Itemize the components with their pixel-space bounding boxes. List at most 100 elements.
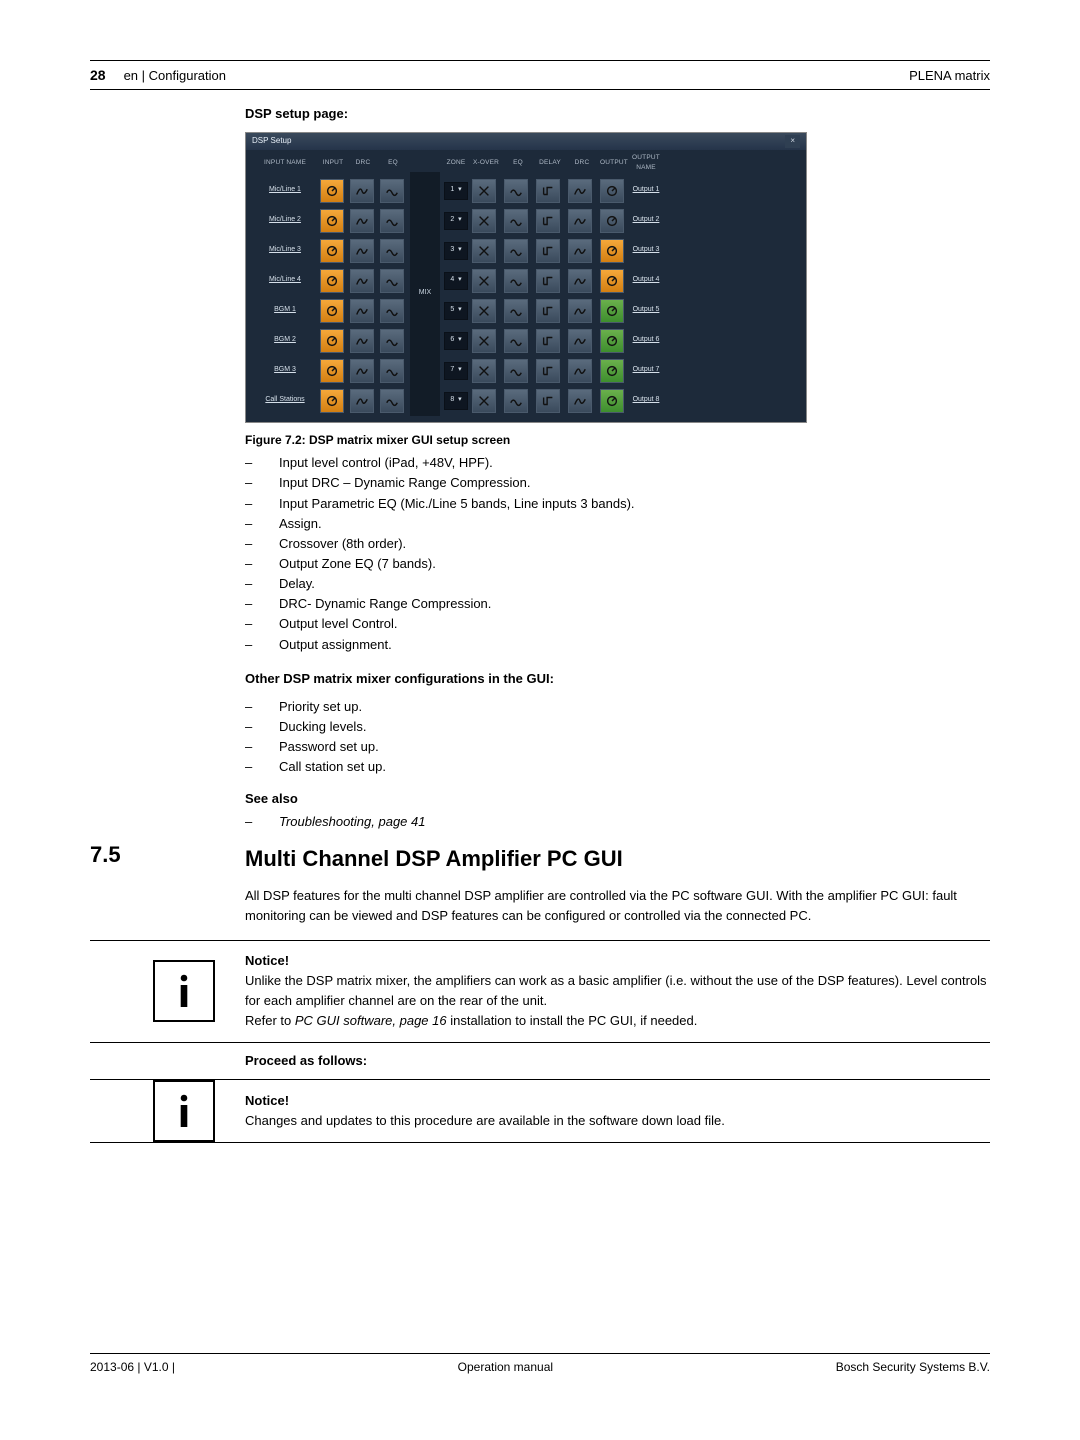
eq-icon[interactable] [380, 209, 404, 233]
delay-icon[interactable] [536, 269, 560, 293]
input-knob-icon[interactable] [320, 239, 344, 263]
output-knob-icon[interactable] [600, 329, 624, 353]
input-name[interactable]: BGM 3 [254, 365, 316, 376]
drc-icon[interactable] [568, 269, 592, 293]
zone-selector[interactable]: 6 ▾ [444, 332, 468, 350]
xover-icon[interactable] [472, 269, 496, 293]
output-knob-icon[interactable] [600, 209, 624, 233]
output-knob-icon[interactable] [600, 389, 624, 413]
zone-selector[interactable]: 1 ▾ [444, 182, 468, 200]
delay-icon[interactable] [536, 329, 560, 353]
drc-icon[interactable] [350, 179, 374, 203]
delay-icon[interactable] [536, 389, 560, 413]
delay-icon[interactable] [536, 359, 560, 383]
output-name[interactable]: Output 1 [632, 185, 660, 196]
input-name[interactable]: Mic/Line 1 [254, 185, 316, 196]
drc-icon[interactable] [350, 389, 374, 413]
zone-selector[interactable]: 3 ▾ [444, 242, 468, 260]
zone-selector[interactable]: 2 ▾ [444, 212, 468, 230]
output-name[interactable]: Output 8 [632, 395, 660, 406]
output-knob-icon[interactable] [600, 239, 624, 263]
output-name[interactable]: Output 6 [632, 335, 660, 346]
xover-icon[interactable] [472, 359, 496, 383]
close-icon[interactable]: × [785, 135, 800, 147]
zone-selector[interactable]: 5 ▾ [444, 302, 468, 320]
eq-icon[interactable] [380, 239, 404, 263]
eq-icon[interactable] [504, 239, 528, 263]
drc-icon[interactable] [568, 239, 592, 263]
input-knob-icon[interactable] [320, 299, 344, 323]
eq-icon[interactable] [504, 359, 528, 383]
drc-icon[interactable] [568, 359, 592, 383]
drc-icon[interactable] [350, 209, 374, 233]
drc-icon[interactable] [350, 239, 374, 263]
xover-icon[interactable] [472, 209, 496, 233]
drc-icon[interactable] [568, 209, 592, 233]
eq-icon[interactable] [504, 179, 528, 203]
xover-icon[interactable] [472, 179, 496, 203]
eq-icon[interactable] [504, 389, 528, 413]
output-name[interactable]: Output 2 [632, 215, 660, 226]
drc-icon[interactable] [350, 299, 374, 323]
input-knob-icon[interactable] [320, 179, 344, 203]
drc-icon[interactable] [568, 179, 592, 203]
eq-icon[interactable] [380, 299, 404, 323]
output-knob-icon[interactable] [600, 269, 624, 293]
eq-icon[interactable] [380, 329, 404, 353]
eq-icon[interactable] [380, 179, 404, 203]
input-knob-icon[interactable] [320, 389, 344, 413]
output-name[interactable]: Output 3 [632, 245, 660, 256]
output-knob-icon[interactable] [600, 359, 624, 383]
list-item: –Assign. [245, 514, 990, 534]
input-name[interactable]: Mic/Line 2 [254, 215, 316, 226]
delay-icon[interactable] [536, 209, 560, 233]
input-knob-icon[interactable] [320, 209, 344, 233]
notice-body: Unlike the DSP matrix mixer, the amplifi… [245, 971, 990, 1011]
feature-bullet-list: –Input level control (iPad, +48V, HPF).–… [245, 453, 990, 654]
xover-icon[interactable] [472, 329, 496, 353]
delay-icon[interactable] [536, 239, 560, 263]
xover-icon[interactable] [472, 239, 496, 263]
output-name[interactable]: Output 5 [632, 305, 660, 316]
screenshot-row: BGM 1 5 ▾ Output 5 [246, 296, 806, 326]
output-knob-icon[interactable] [600, 299, 624, 323]
delay-icon[interactable] [536, 179, 560, 203]
input-knob-icon[interactable] [320, 269, 344, 293]
input-name[interactable]: BGM 1 [254, 305, 316, 316]
input-knob-icon[interactable] [320, 329, 344, 353]
input-name[interactable]: Mic/Line 3 [254, 245, 316, 256]
eq-icon[interactable] [380, 269, 404, 293]
drc-icon[interactable] [350, 329, 374, 353]
input-name[interactable]: Call Stations [254, 395, 316, 406]
zone-selector[interactable]: 7 ▾ [444, 362, 468, 380]
drc-icon[interactable] [568, 299, 592, 323]
drc-icon[interactable] [568, 329, 592, 353]
delay-icon[interactable] [536, 299, 560, 323]
input-knob-icon[interactable] [320, 359, 344, 383]
xover-icon[interactable] [472, 389, 496, 413]
eq-icon[interactable] [504, 209, 528, 233]
input-name[interactable]: BGM 2 [254, 335, 316, 346]
drc-icon[interactable] [350, 359, 374, 383]
eq-icon[interactable] [504, 329, 528, 353]
output-name[interactable]: Output 7 [632, 365, 660, 376]
eq-icon[interactable] [380, 359, 404, 383]
drc-icon[interactable] [568, 389, 592, 413]
output-knob-icon[interactable] [600, 179, 624, 203]
zone-selector[interactable]: 8 ▾ [444, 392, 468, 410]
drc-icon[interactable] [350, 269, 374, 293]
zone-selector[interactable]: 4 ▾ [444, 272, 468, 290]
xover-icon[interactable] [472, 299, 496, 323]
eq-icon[interactable] [504, 269, 528, 293]
list-item: –Output Zone EQ (7 bands). [245, 554, 990, 574]
screenshot-row: Mic/Line 3 3 ▾ Output 3 [246, 236, 806, 266]
eq-icon[interactable] [504, 299, 528, 323]
input-name[interactable]: Mic/Line 4 [254, 275, 316, 286]
output-name[interactable]: Output 4 [632, 275, 660, 286]
list-item: –Call station set up. [245, 757, 990, 777]
screenshot-row: Mic/Line 2 2 ▾ Output 2 [246, 206, 806, 236]
eq-icon[interactable] [380, 389, 404, 413]
see-also-link[interactable]: Troubleshooting, page 41 [279, 812, 425, 832]
list-item: –Delay. [245, 574, 990, 594]
section-number: 7.5 [90, 842, 121, 868]
